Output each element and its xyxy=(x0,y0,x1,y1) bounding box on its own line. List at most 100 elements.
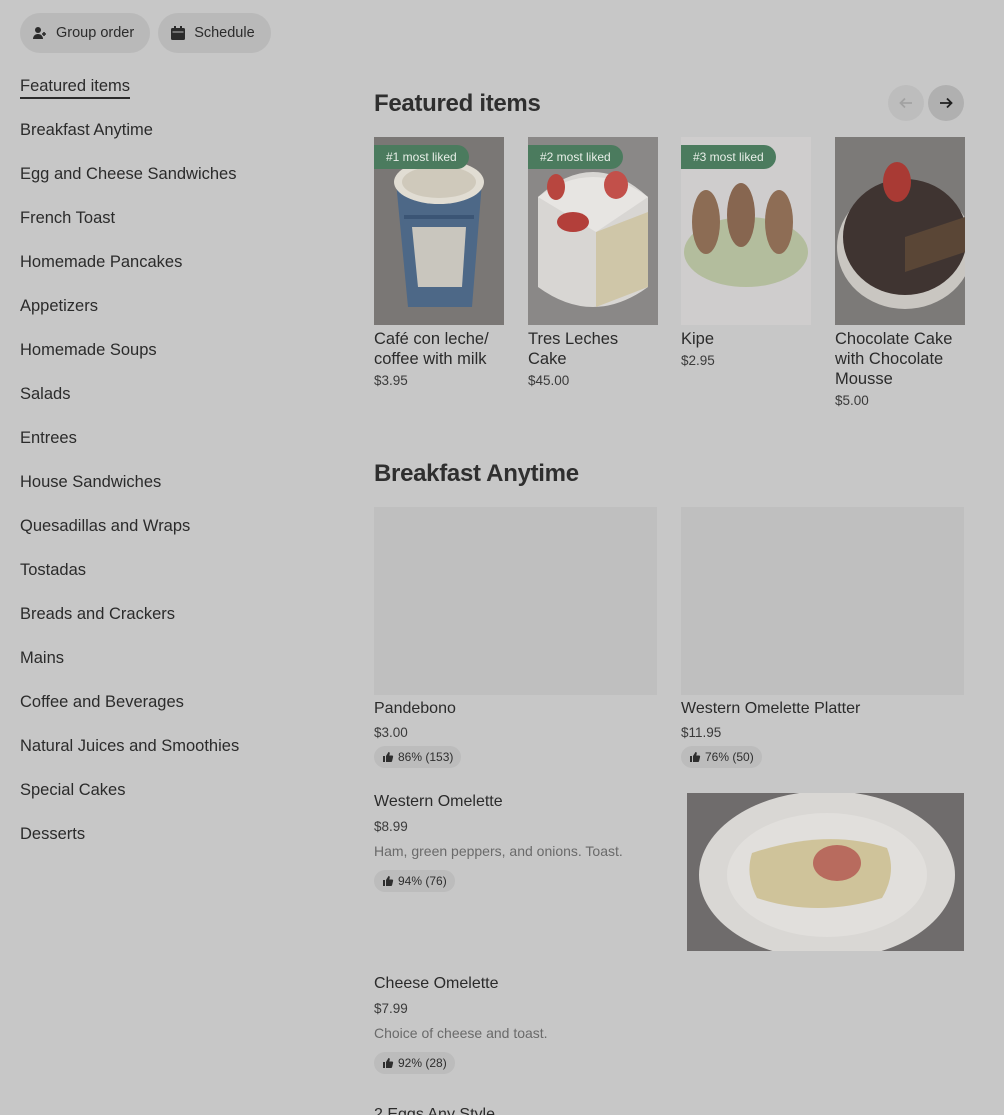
featured-item-name: Café con leche/ coffee with milk xyxy=(374,330,489,368)
carousel-prev-button[interactable] xyxy=(888,85,924,121)
most-liked-badge: #1 most liked xyxy=(374,145,469,169)
sidebar-item-label: Natural Juices and Smoothies xyxy=(20,737,240,755)
sidebar-item-label: House Sandwiches xyxy=(20,473,162,491)
group-order-label: Group order xyxy=(56,25,135,41)
menu-item-name: 2 Eggs Any Style xyxy=(374,1106,495,1115)
sidebar-item-label: Mains xyxy=(20,649,65,667)
sidebar-item-quesadillas-and-wraps[interactable]: Quesadillas and Wraps xyxy=(20,514,320,558)
sidebar-item-french-toast[interactable]: French Toast xyxy=(20,206,320,250)
sidebar-item-entrees[interactable]: Entrees xyxy=(20,426,320,470)
featured-item-name: Kipe xyxy=(681,330,715,348)
sidebar-item-homemade-soups[interactable]: Homemade Soups xyxy=(20,338,320,382)
menu-item-description: Choice of cheese and toast. xyxy=(374,1025,548,1041)
sidebar-item-label: French Toast xyxy=(20,209,116,227)
featured-item-name: Chocolate Cake with Chocolate Mousse xyxy=(835,330,953,388)
carousel-next-button[interactable] xyxy=(928,85,964,121)
sidebar-item-label: Coffee and Beverages xyxy=(20,693,184,711)
rating-text: 86% (153) xyxy=(398,750,454,764)
thumbs-up-icon xyxy=(383,752,394,762)
menu-item-name: Western Omelette xyxy=(374,793,503,810)
sidebar-item-house-sandwiches[interactable]: House Sandwiches xyxy=(20,470,320,514)
featured-item-card[interactable]: #2 most liked Tres Leches Cake $45.00 xyxy=(528,137,658,388)
group-order-button[interactable]: Group order xyxy=(20,13,151,53)
sidebar-item-label: Quesadillas and Wraps xyxy=(20,517,191,535)
featured-item-image: #1 most liked xyxy=(374,137,504,325)
menu-item-row[interactable]: 2 Eggs Any Style xyxy=(374,1106,964,1115)
most-liked-badge: #3 most liked xyxy=(681,145,776,169)
rating-badge: 94% (76) xyxy=(374,870,455,892)
menu-item-price: $3.00 xyxy=(374,725,408,740)
sidebar-item-salads[interactable]: Salads xyxy=(20,382,320,426)
rating-badge: 92% (28) xyxy=(374,1052,455,1074)
thumbs-up-icon xyxy=(383,876,394,886)
chocolate-cake-illustration xyxy=(835,137,965,325)
featured-item-image xyxy=(835,137,965,325)
featured-item-price: $3.95 xyxy=(374,373,408,388)
sidebar-item-label: Breads and Crackers xyxy=(20,605,175,623)
menu-item-price: $8.99 xyxy=(374,819,408,834)
menu-item-image xyxy=(687,793,964,951)
sidebar-item-breads-and-crackers[interactable]: Breads and Crackers xyxy=(20,602,320,646)
most-liked-badge: #2 most liked xyxy=(528,145,623,169)
sidebar-item-appetizers[interactable]: Appetizers xyxy=(20,294,320,338)
thumbs-up-icon xyxy=(383,1058,394,1068)
rating-badge: 76% (50) xyxy=(681,746,762,768)
sidebar-item-label: Egg and Cheese Sandwiches xyxy=(20,165,237,183)
menu-item-row[interactable]: Cheese Omelette $7.99 Choice of cheese a… xyxy=(374,975,964,1075)
sidebar-item-breakfast-anytime[interactable]: Breakfast Anytime xyxy=(20,118,320,162)
arrow-right-icon xyxy=(940,97,953,109)
featured-item-image: #3 most liked xyxy=(681,137,811,325)
sidebar-item-homemade-pancakes[interactable]: Homemade Pancakes xyxy=(20,250,320,294)
sidebar-item-egg-and-cheese-sandwiches[interactable]: Egg and Cheese Sandwiches xyxy=(20,162,320,206)
sidebar-item-label: Breakfast Anytime xyxy=(20,121,153,139)
featured-item-price: $5.00 xyxy=(835,393,869,408)
top-actions: Group order Schedule xyxy=(20,13,271,53)
menu-item-price: $11.95 xyxy=(681,725,722,740)
sidebar-item-label: Tostadas xyxy=(20,561,87,579)
menu-item-name: Pandebono xyxy=(374,700,456,717)
category-sidebar: Featured items Breakfast Anytime Egg and… xyxy=(20,74,320,866)
featured-item-card[interactable]: Chocolate Cake with Chocolate Mousse $5.… xyxy=(835,137,965,408)
sidebar-item-label: Featured items xyxy=(20,77,131,99)
sidebar-item-label: Homemade Pancakes xyxy=(20,253,183,271)
sidebar-item-coffee-and-beverages[interactable]: Coffee and Beverages xyxy=(20,690,320,734)
rating-badge: 86% (153) xyxy=(374,746,462,768)
menu-item-name: Cheese Omelette xyxy=(374,975,499,992)
menu-item-description: Ham, green peppers, and onions. Toast. xyxy=(374,843,623,859)
featured-items-title: Featured items xyxy=(374,90,541,117)
featured-item-card[interactable]: #3 most liked Kipe $2.95 xyxy=(681,137,811,368)
menu-item-card[interactable]: Pandebono $3.00 86% (153) xyxy=(374,507,657,768)
add-person-icon xyxy=(33,27,46,39)
calendar-icon xyxy=(171,26,186,40)
featured-item-name: Tres Leches Cake xyxy=(528,330,619,368)
schedule-label: Schedule xyxy=(194,25,255,41)
sidebar-item-label: Special Cakes xyxy=(20,781,126,799)
menu-item-image-placeholder xyxy=(681,507,964,695)
sidebar-item-label: Homemade Soups xyxy=(20,341,157,359)
sidebar-item-label: Appetizers xyxy=(20,297,98,315)
sidebar-item-label: Salads xyxy=(20,385,71,403)
menu-item-row[interactable]: Western Omelette $8.99 Ham, green pepper… xyxy=(374,793,964,953)
menu-item-image-placeholder xyxy=(374,507,657,695)
sidebar-item-special-cakes[interactable]: Special Cakes xyxy=(20,778,320,822)
rating-text: 92% (28) xyxy=(398,1056,447,1070)
menu-item-card[interactable]: Western Omelette Platter $11.95 76% (50) xyxy=(681,507,964,768)
featured-item-card[interactable]: #1 most liked Café con leche/ coffee wit… xyxy=(374,137,504,388)
featured-item-image: #2 most liked xyxy=(528,137,658,325)
sidebar-item-tostadas[interactable]: Tostadas xyxy=(20,558,320,602)
schedule-button[interactable]: Schedule xyxy=(158,13,271,53)
breakfast-anytime-title: Breakfast Anytime xyxy=(374,460,579,487)
sidebar-item-label: Entrees xyxy=(20,429,77,447)
rating-text: 94% (76) xyxy=(398,874,447,888)
featured-item-price: $45.00 xyxy=(528,373,570,388)
sidebar-item-featured-items[interactable]: Featured items xyxy=(20,74,320,118)
thumbs-up-icon xyxy=(690,752,701,762)
rating-text: 76% (50) xyxy=(705,750,754,764)
sidebar-item-mains[interactable]: Mains xyxy=(20,646,320,690)
featured-item-price: $2.95 xyxy=(681,353,715,368)
menu-item-price: $7.99 xyxy=(374,1001,408,1016)
sidebar-item-desserts[interactable]: Desserts xyxy=(20,822,320,866)
sidebar-item-natural-juices-and-smoothies[interactable]: Natural Juices and Smoothies xyxy=(20,734,320,778)
menu-item-name: Western Omelette Platter xyxy=(681,700,861,717)
arrow-left-icon xyxy=(899,97,912,109)
